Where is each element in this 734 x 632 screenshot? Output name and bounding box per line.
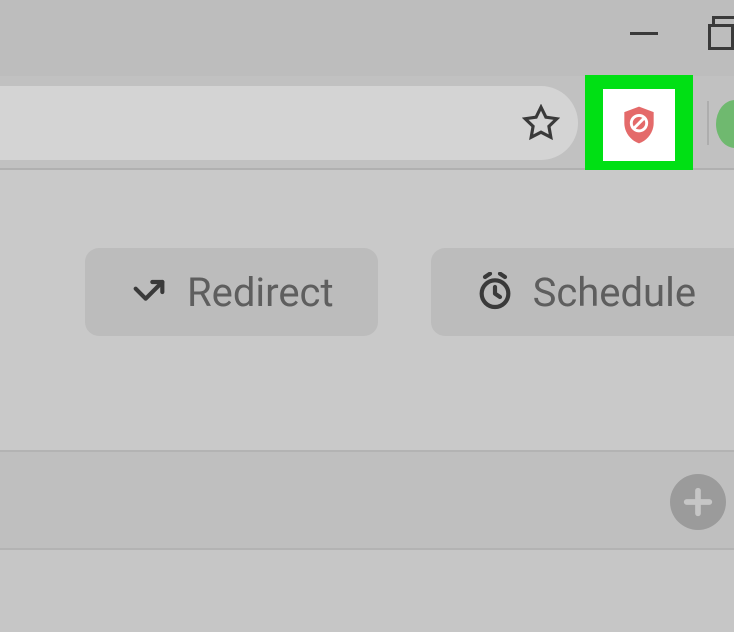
tab-row: Redirect Schedule: [0, 248, 734, 336]
bottom-area: [0, 550, 734, 632]
title-bar: [0, 0, 734, 76]
window-controls: [630, 20, 734, 46]
plus-icon: [681, 485, 715, 519]
browser-toolbar: [0, 76, 734, 170]
clock-icon: [475, 272, 515, 312]
address-bar[interactable]: [0, 86, 578, 160]
tab-schedule[interactable]: Schedule: [431, 248, 734, 336]
maximize-button[interactable]: [708, 20, 734, 46]
extension-content: Redirect Schedule: [0, 170, 734, 450]
minimize-button[interactable]: [630, 32, 658, 35]
tab-schedule-label: Schedule: [533, 269, 696, 316]
star-icon[interactable]: [522, 104, 560, 142]
block-extension-button[interactable]: [603, 89, 675, 161]
redirect-icon: [129, 272, 169, 312]
tab-redirect-label: Redirect: [187, 269, 334, 316]
add-button[interactable]: [670, 474, 726, 530]
tab-redirect[interactable]: Redirect: [85, 248, 378, 336]
toolbar-divider: [707, 101, 709, 145]
shield-block-icon: [617, 103, 661, 147]
extension-highlight: [585, 75, 693, 175]
list-section: [0, 450, 734, 550]
profile-avatar[interactable]: [716, 100, 734, 148]
